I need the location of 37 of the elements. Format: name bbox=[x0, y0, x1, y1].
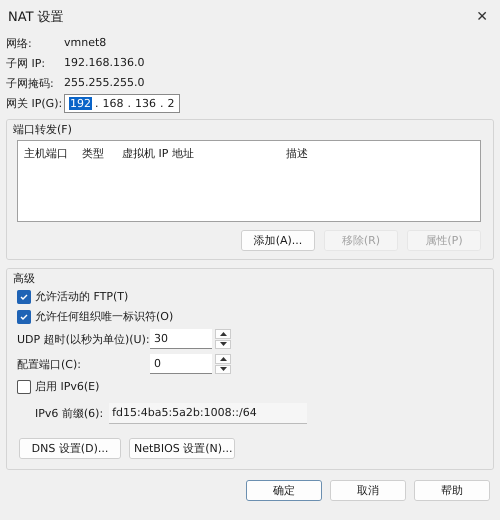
field-value: 192.168.136.0 bbox=[64, 56, 146, 71]
dialog-button[interactable]: 帮助 bbox=[414, 480, 490, 501]
checkbox-label: 启用 IPv6(E) bbox=[35, 379, 100, 394]
number-field[interactable]: 30 bbox=[150, 329, 212, 349]
checkbox[interactable] bbox=[17, 290, 31, 304]
column-header[interactable]: 主机端口 bbox=[24, 146, 82, 161]
field-label: IPv6 前缀(6): bbox=[35, 406, 104, 421]
field-label: 网关 IP(G): bbox=[6, 96, 64, 111]
window-title: NAT 设置 bbox=[8, 9, 64, 26]
field-label: UDP 超时(以秒为单位)(U): bbox=[17, 332, 150, 346]
dialog-button[interactable]: 确定 bbox=[246, 480, 322, 501]
settings-button[interactable]: NetBIOS 设置(N)... bbox=[129, 438, 235, 459]
dialog-button[interactable]: 取消 bbox=[330, 480, 406, 501]
field-label: 网络: bbox=[6, 36, 33, 51]
number-field[interactable]: 0 bbox=[150, 354, 212, 374]
port-list[interactable]: 主机端口 类型 虚拟机 IP 地址 描述 bbox=[17, 140, 481, 222]
column-header[interactable]: 描述 bbox=[286, 146, 366, 161]
group-title: 高级 bbox=[12, 271, 36, 287]
spinner-arrows-icon[interactable] bbox=[215, 354, 231, 374]
ip-address-field[interactable]: 192 . 168 . 136 . 2 bbox=[64, 94, 180, 113]
checkbox[interactable] bbox=[17, 310, 31, 324]
field-label: 配置端口(C): bbox=[17, 356, 82, 372]
group-title: 端口转发(F) bbox=[12, 122, 73, 138]
checkbox-label: 允许活动的 FTP(T) bbox=[35, 289, 128, 304]
settings-button[interactable]: DNS 设置(D)... bbox=[19, 438, 121, 459]
field-value: 255.255.255.0 bbox=[64, 76, 146, 91]
field-label: 子网 IP: bbox=[6, 56, 46, 71]
field-value: vmnet8 bbox=[64, 36, 108, 51]
column-header[interactable]: 类型 bbox=[82, 146, 122, 161]
checkbox-label: 允许任何组织唯一标识符(O) bbox=[35, 309, 174, 324]
list-button[interactable]: 添加(A)... bbox=[241, 230, 315, 251]
prefix-field[interactable]: fd15:4ba5:5a2b:1008::/64 bbox=[109, 403, 308, 424]
spinner-arrows-icon[interactable] bbox=[215, 329, 231, 349]
field-label: 子网掩码: bbox=[6, 76, 55, 91]
close-icon[interactable]: ✕ bbox=[472, 9, 492, 25]
checkbox[interactable] bbox=[17, 380, 31, 394]
column-header[interactable]: 虚拟机 IP 地址 bbox=[122, 146, 286, 161]
